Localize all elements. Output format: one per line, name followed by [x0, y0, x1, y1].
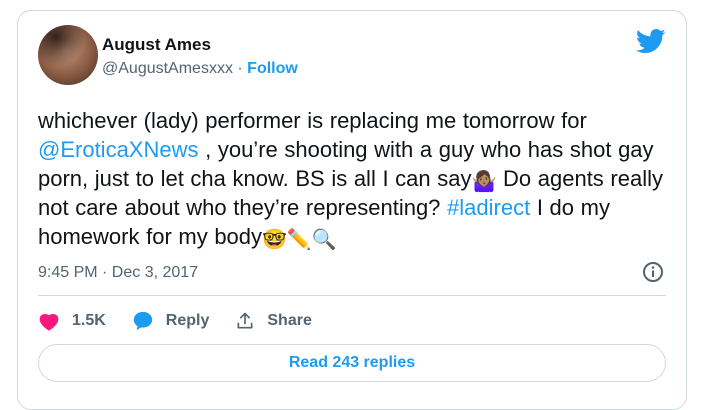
- avatar[interactable]: [38, 25, 98, 85]
- like-count: 1.5K: [72, 312, 106, 329]
- like-button[interactable]: 1.5K: [38, 311, 106, 331]
- tweet-card: August Ames @AugustAmesxxx · Follow whic…: [17, 10, 687, 410]
- action-bar: 1.5K Reply Share: [38, 309, 338, 333]
- share-icon: [237, 312, 253, 329]
- follow-link[interactable]: Follow: [247, 60, 298, 77]
- share-button[interactable]: Share: [235, 311, 312, 331]
- share-label: Share: [267, 312, 312, 329]
- reply-label: Reply: [165, 312, 210, 329]
- author-handle[interactable]: @AugustAmesxxx: [102, 60, 233, 77]
- tweet-text: whichever (lady) performer is replacing …: [38, 106, 678, 251]
- divider: [38, 295, 666, 296]
- handle-separator: ·: [232, 60, 248, 77]
- mention-link[interactable]: @EroticaXNews: [38, 137, 199, 162]
- info-icon[interactable]: [642, 261, 664, 283]
- nerd-pencil-magnifier-emoji: 🤓✏️🔍: [262, 229, 337, 251]
- author-handle-row: @AugustAmesxxx · Follow: [102, 59, 298, 79]
- hashtag-link[interactable]: #ladirect: [447, 195, 530, 220]
- timestamp[interactable]: 9:45 PM · Dec 3, 2017: [38, 263, 198, 283]
- heart-icon: [39, 314, 59, 331]
- twitter-bird-icon[interactable]: [636, 29, 666, 54]
- author-name[interactable]: August Ames: [102, 35, 211, 55]
- shrug-emoji: 🤷🏽‍♀️: [471, 171, 497, 193]
- reply-button[interactable]: Reply: [132, 310, 210, 332]
- reply-bubble-icon: [133, 311, 152, 331]
- read-replies-button[interactable]: Read 243 replies: [38, 344, 666, 382]
- tweet-text-part1: whichever (lady) performer is replacing …: [38, 108, 587, 133]
